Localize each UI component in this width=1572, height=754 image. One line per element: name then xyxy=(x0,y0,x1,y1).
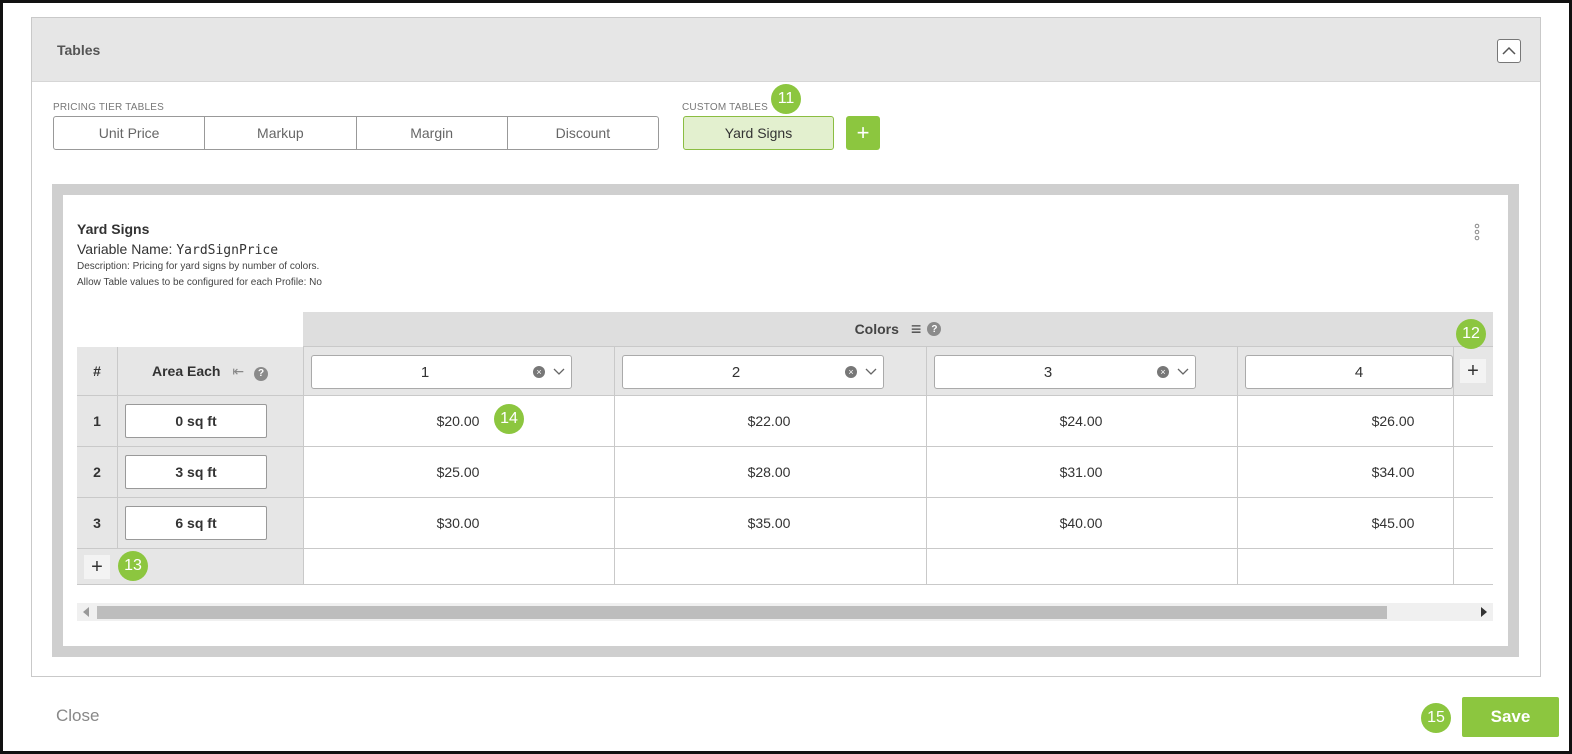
add-row-button[interactable]: + xyxy=(84,555,110,579)
price-cell[interactable]: $45.00 xyxy=(1338,515,1448,531)
panel-title: Tables xyxy=(57,42,101,58)
area-help-icon[interactable]: ? xyxy=(254,366,268,381)
color-column-value: 3 xyxy=(1043,364,1053,381)
chevron-down-icon xyxy=(553,368,565,375)
table-container: Yard Signs Variable Name: YardSignPrice … xyxy=(52,184,1519,657)
table-description: Description: Pricing for yard signs by n… xyxy=(77,261,320,272)
tier-markup-button[interactable]: Markup xyxy=(205,117,357,149)
more-options-icon[interactable] xyxy=(1472,223,1482,241)
reorder-icon[interactable]: ≡ xyxy=(911,319,922,340)
price-cell[interactable]: $24.00 xyxy=(1026,413,1136,429)
close-button[interactable]: Close xyxy=(56,706,99,726)
table-card: Yard Signs Variable Name: YardSignPrice … xyxy=(63,195,1508,646)
color-column-select-2[interactable]: 2 × xyxy=(622,355,884,389)
area-each-label: Area Each xyxy=(152,363,221,379)
collapse-button[interactable] xyxy=(1497,39,1521,63)
price-cell[interactable]: $25.00 xyxy=(403,464,513,480)
price-cell[interactable]: $26.00 xyxy=(1338,413,1448,429)
pricing-grid: Colors ≡ ? # Area Each ⇤ ? 1 × 2 × 3 × 4… xyxy=(77,312,1493,585)
variable-name-value: YardSignPrice xyxy=(176,243,279,258)
row-number: 1 xyxy=(93,413,101,429)
collapse-left-icon[interactable]: ⇤ xyxy=(232,363,244,379)
price-cell[interactable]: $28.00 xyxy=(714,464,824,480)
panel-header: Tables xyxy=(32,18,1540,82)
color-column-select-4[interactable]: 4 xyxy=(1245,355,1453,389)
scroll-thumb[interactable] xyxy=(97,606,1387,619)
row-number: 3 xyxy=(93,515,101,531)
table-title: Yard Signs xyxy=(77,221,150,237)
area-each-header: Area Each ⇤ ? xyxy=(117,363,303,381)
tier-unit-price-button[interactable]: Unit Price xyxy=(54,117,206,149)
area-input[interactable]: 0 sq ft xyxy=(125,404,267,438)
variable-name-label: Variable Name: xyxy=(77,241,177,257)
tables-panel: Tables PRICING TIER TABLES Unit Price Ma… xyxy=(31,17,1541,677)
variable-name-line: Variable Name: YardSignPrice xyxy=(77,241,278,258)
price-cell[interactable]: $22.00 xyxy=(714,413,824,429)
pricing-tier-group: Unit Price Markup Margin Discount xyxy=(53,116,659,150)
scroll-left-icon[interactable] xyxy=(82,607,90,617)
add-custom-table-button[interactable]: + xyxy=(846,116,880,150)
color-column-value: 1 xyxy=(420,364,430,381)
clear-icon[interactable]: × xyxy=(533,366,545,378)
row-number-header: # xyxy=(93,363,101,379)
color-column-select-3[interactable]: 3 × xyxy=(934,355,1196,389)
color-column-value: 4 xyxy=(1354,364,1364,381)
chevron-down-icon xyxy=(865,368,877,375)
chevron-down-icon xyxy=(1177,368,1189,375)
row-number: 2 xyxy=(93,464,101,480)
add-column-button[interactable]: + xyxy=(1460,359,1486,383)
tier-margin-button[interactable]: Margin xyxy=(357,117,508,149)
scroll-right-icon[interactable] xyxy=(1480,607,1488,617)
colors-header-label: Colors xyxy=(854,321,899,337)
help-icon[interactable]: ? xyxy=(927,322,942,336)
clear-icon[interactable]: × xyxy=(845,366,857,378)
step-badge-11: 11 xyxy=(771,84,801,114)
price-cell[interactable]: $34.00 xyxy=(1338,464,1448,480)
area-input[interactable]: 6 sq ft xyxy=(125,506,267,540)
price-cell[interactable]: $40.00 xyxy=(1026,515,1136,531)
area-input[interactable]: 3 sq ft xyxy=(125,455,267,489)
step-badge-15: 15 xyxy=(1421,703,1451,733)
color-column-value: 2 xyxy=(731,364,741,381)
clear-icon[interactable]: × xyxy=(1157,366,1169,378)
step-badge-14: 14 xyxy=(494,404,524,434)
color-column-select-1[interactable]: 1 × xyxy=(311,355,572,389)
custom-table-yard-signs-button[interactable]: Yard Signs xyxy=(683,116,834,150)
pricing-tier-label: PRICING TIER TABLES xyxy=(53,102,165,113)
profile-config-text: Allow Table values to be configured for … xyxy=(77,277,322,288)
colors-group-header: Colors ≡ ? xyxy=(303,312,1493,347)
step-badge-12: 12 xyxy=(1456,319,1486,349)
price-cell[interactable]: $31.00 xyxy=(1026,464,1136,480)
tier-discount-button[interactable]: Discount xyxy=(508,117,658,149)
save-button[interactable]: Save xyxy=(1462,697,1559,737)
price-cell[interactable]: $30.00 xyxy=(403,515,513,531)
custom-tables-label: CUSTOM TABLES xyxy=(682,102,768,113)
horizontal-scrollbar[interactable] xyxy=(77,603,1493,621)
chevron-up-icon xyxy=(1502,46,1516,55)
step-badge-13: 13 xyxy=(118,551,148,581)
price-cell[interactable]: $35.00 xyxy=(714,515,824,531)
